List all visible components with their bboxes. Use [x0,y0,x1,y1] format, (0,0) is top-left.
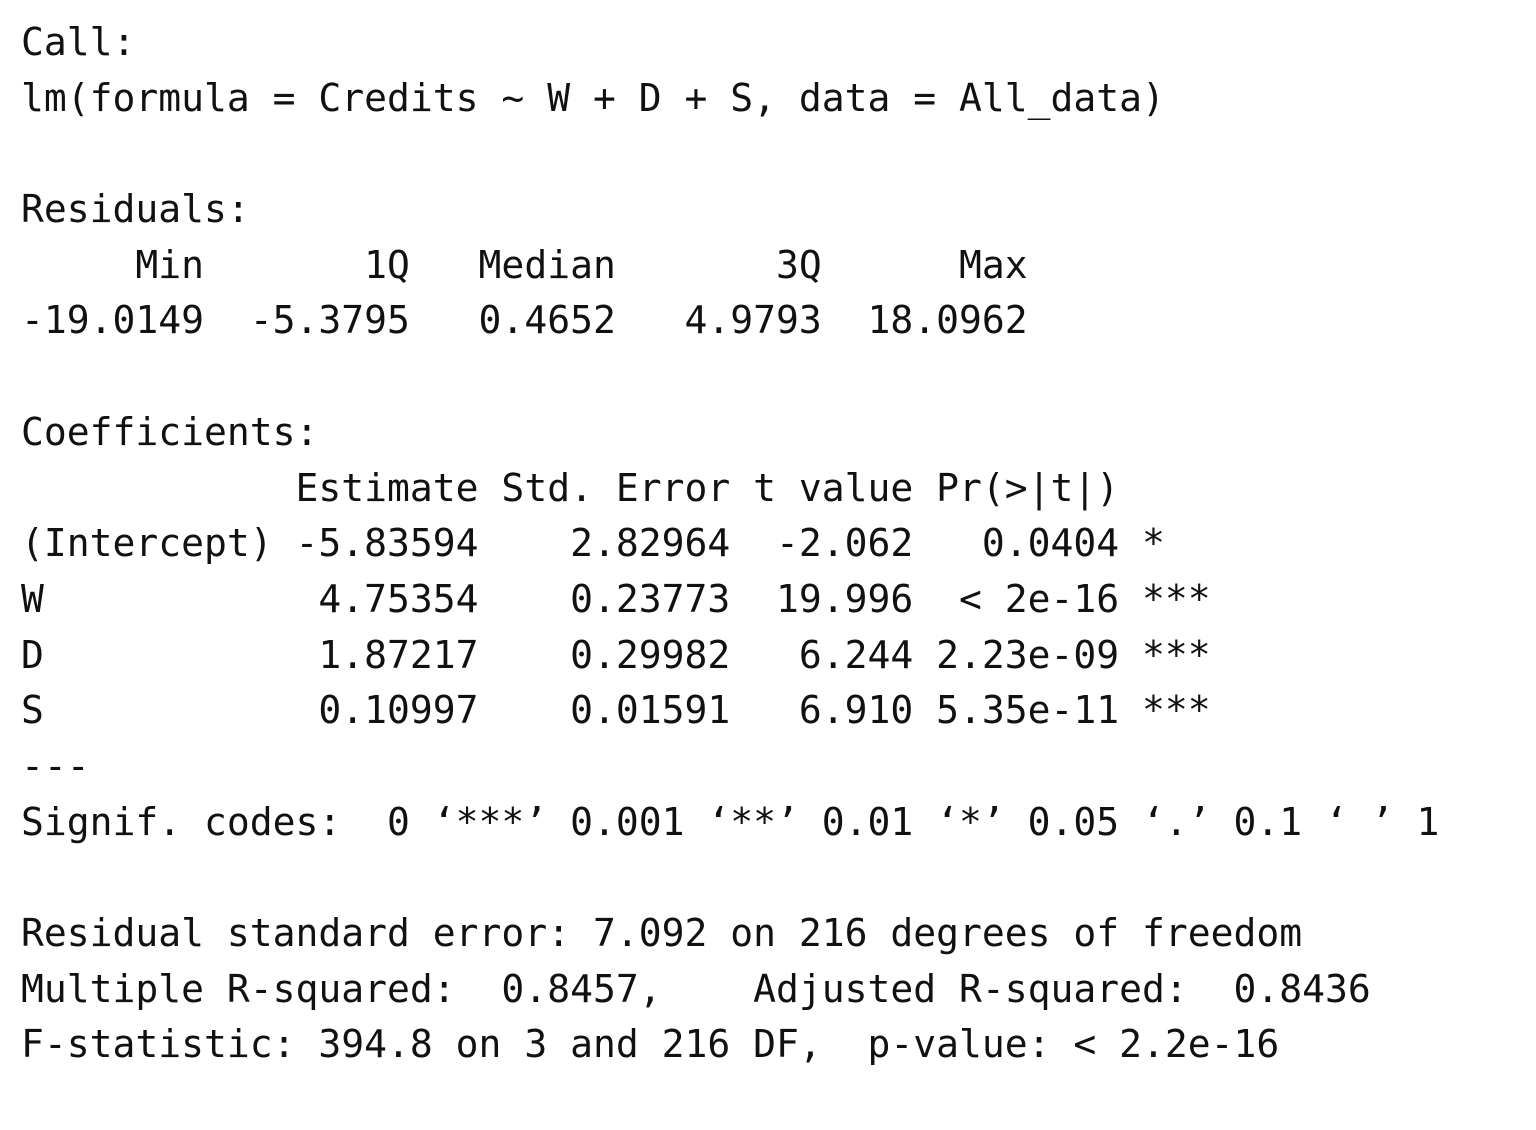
call-label: Call: [21,20,136,64]
signif-codes: Signif. codes: 0 ‘***’ 0.001 ‘**’ 0.01 ‘… [21,799,1440,844]
call-formula: lm(formula = Credits ~ W + D + S, data =… [21,75,1165,120]
r-console-output: Call: lm(formula = Credits ~ W + D + S, … [21,15,1521,1073]
f-statistic-line: F-statistic: 394.8 on 3 and 216 DF, p-va… [21,1022,1280,1067]
coef-row-d: D 1.87217 0.29982 6.244 2.23e-09 *** [21,632,1211,677]
coefficients-label: Coefficients: [21,409,319,454]
separator: --- [21,743,90,788]
coef-row-intercept: (Intercept) -5.83594 2.82964 -2.062 0.04… [21,521,1211,566]
coef-row-w: W 4.75354 0.23773 19.996 < 2e-16 *** [21,576,1211,621]
coef-row-s: S 0.10997 0.01591 6.910 5.35e-11 *** [21,688,1211,733]
r-squared-line: Multiple R-squared: 0.8457, Adjusted R-s… [21,966,1394,1011]
residuals-values: -19.0149 -5.3795 0.4652 4.9793 18.0962 [21,298,1051,343]
coefficients-header: Estimate Std. Error t value Pr(>|t|) [21,465,1211,510]
residuals-label: Residuals: [21,187,250,232]
residual-standard-error: Residual standard error: 7.092 on 216 de… [21,911,1303,955]
residuals-header: Min 1Q Median 3Q Max [21,242,1051,287]
